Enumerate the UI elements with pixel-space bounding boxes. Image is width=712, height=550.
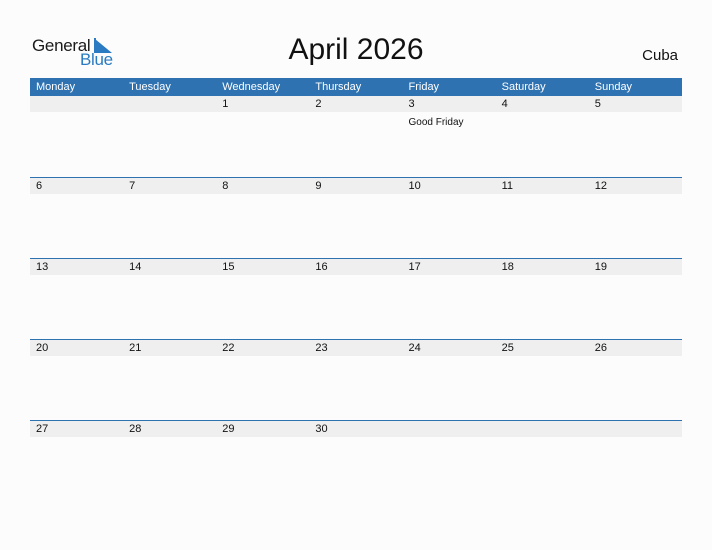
day-cell[interactable]: 14 <box>123 259 217 275</box>
day-cell[interactable]: 9 <box>309 178 403 194</box>
day-cell[interactable] <box>588 421 682 437</box>
day-number: 14 <box>129 261 142 273</box>
day-cell[interactable]: 15 <box>216 259 310 275</box>
day-number: 23 <box>315 342 328 354</box>
day-number: 1 <box>222 98 229 110</box>
day-cell[interactable]: 25 <box>495 340 589 356</box>
day-number: 2 <box>315 98 322 110</box>
weekday-saturday: Saturday <box>501 81 546 93</box>
day-cell[interactable]: 17 <box>402 259 496 275</box>
weekday-wednesday: Wednesday <box>222 81 281 93</box>
day-number: 3 <box>408 98 415 110</box>
calendar-title: April 2026 <box>288 33 424 66</box>
day-cell[interactable]: 29 <box>216 421 310 437</box>
day-number: 18 <box>501 261 514 273</box>
day-cell[interactable]: 4 <box>495 96 589 112</box>
date-strip: 1 2 3 Good Friday 4 5 <box>30 96 682 128</box>
day-cell[interactable]: 2 <box>309 96 403 112</box>
day-number: 30 <box>315 423 328 435</box>
day-number: 12 <box>594 180 607 192</box>
week-row: 20 21 22 23 24 25 26 <box>30 339 682 420</box>
day-cell[interactable]: 18 <box>495 259 589 275</box>
day-number: 20 <box>36 342 49 354</box>
day-cell[interactable]: 21 <box>123 340 217 356</box>
day-number: 29 <box>222 423 235 435</box>
day-cell[interactable]: 5 <box>588 96 682 112</box>
weekday-monday: Monday <box>36 81 76 93</box>
day-cell[interactable] <box>123 96 217 112</box>
day-cell[interactable]: 3 Good Friday <box>402 96 496 128</box>
day-cell[interactable]: 24 <box>402 340 496 356</box>
day-cell[interactable]: 30 <box>309 421 403 437</box>
day-cell[interactable]: 7 <box>123 178 217 194</box>
day-number: 24 <box>408 342 421 354</box>
date-strip: 20 21 22 23 24 25 26 <box>30 340 682 356</box>
weekday-tuesday: Tuesday <box>129 81 171 93</box>
day-number: 21 <box>129 342 142 354</box>
day-cell[interactable]: 22 <box>216 340 310 356</box>
day-number: 28 <box>129 423 142 435</box>
week-row: 1 2 3 Good Friday 4 5 <box>30 96 682 177</box>
day-cell[interactable]: 28 <box>123 421 217 437</box>
day-cell[interactable]: 19 <box>588 259 682 275</box>
day-number: 6 <box>36 180 43 192</box>
day-number: 11 <box>501 180 514 192</box>
day-number: 10 <box>408 180 421 192</box>
day-cell[interactable]: 11 <box>495 178 589 194</box>
day-number: 16 <box>315 261 328 273</box>
day-cell[interactable]: 13 <box>30 259 124 275</box>
day-number: 15 <box>222 261 235 273</box>
week-row: 13 14 15 16 17 18 19 <box>30 258 682 339</box>
day-cell[interactable] <box>402 421 496 437</box>
day-number: 4 <box>501 98 508 110</box>
day-cell[interactable]: 1 <box>216 96 310 112</box>
weeks-container: 1 2 3 Good Friday 4 5 6 7 8 9 10 11 12 13 14 15 16 17 18 19… <box>30 96 682 501</box>
day-cell[interactable] <box>30 96 124 112</box>
day-number: 25 <box>501 342 514 354</box>
day-number: 8 <box>222 180 229 192</box>
calendar-grid: Monday Tuesday Wednesday Thursday Friday… <box>30 78 682 501</box>
holiday-event: Good Friday <box>408 117 464 128</box>
day-number: 26 <box>594 342 607 354</box>
weekday-friday: Friday <box>408 81 440 93</box>
day-cell[interactable]: 20 <box>30 340 124 356</box>
day-number: 13 <box>36 261 49 273</box>
day-cell[interactable]: 10 <box>402 178 496 194</box>
weekday-sunday: Sunday <box>594 81 633 93</box>
day-cell[interactable]: 26 <box>588 340 682 356</box>
week-row: 27 28 29 30 <box>30 420 682 501</box>
day-cell[interactable] <box>495 421 589 437</box>
day-cell[interactable]: 6 <box>30 178 124 194</box>
day-number: 17 <box>408 261 421 273</box>
day-number: 5 <box>594 98 601 110</box>
date-strip: 13 14 15 16 17 18 19 <box>30 259 682 275</box>
day-number: 19 <box>594 261 607 273</box>
day-cell[interactable]: 12 <box>588 178 682 194</box>
date-strip: 6 7 8 9 10 11 12 <box>30 178 682 194</box>
country-label: Cuba <box>642 47 678 64</box>
day-cell[interactable]: 23 <box>309 340 403 356</box>
day-cell[interactable]: 27 <box>30 421 124 437</box>
day-number: 22 <box>222 342 235 354</box>
date-strip: 27 28 29 30 <box>30 421 682 437</box>
day-number: 27 <box>36 423 49 435</box>
weekday-header: Monday Tuesday Wednesday Thursday Friday… <box>30 78 682 96</box>
day-number: 7 <box>129 180 136 192</box>
day-number: 9 <box>315 180 322 192</box>
day-cell[interactable]: 8 <box>216 178 310 194</box>
day-cell[interactable]: 16 <box>309 259 403 275</box>
week-row: 6 7 8 9 10 11 12 <box>30 177 682 258</box>
weekday-thursday: Thursday <box>315 81 362 93</box>
